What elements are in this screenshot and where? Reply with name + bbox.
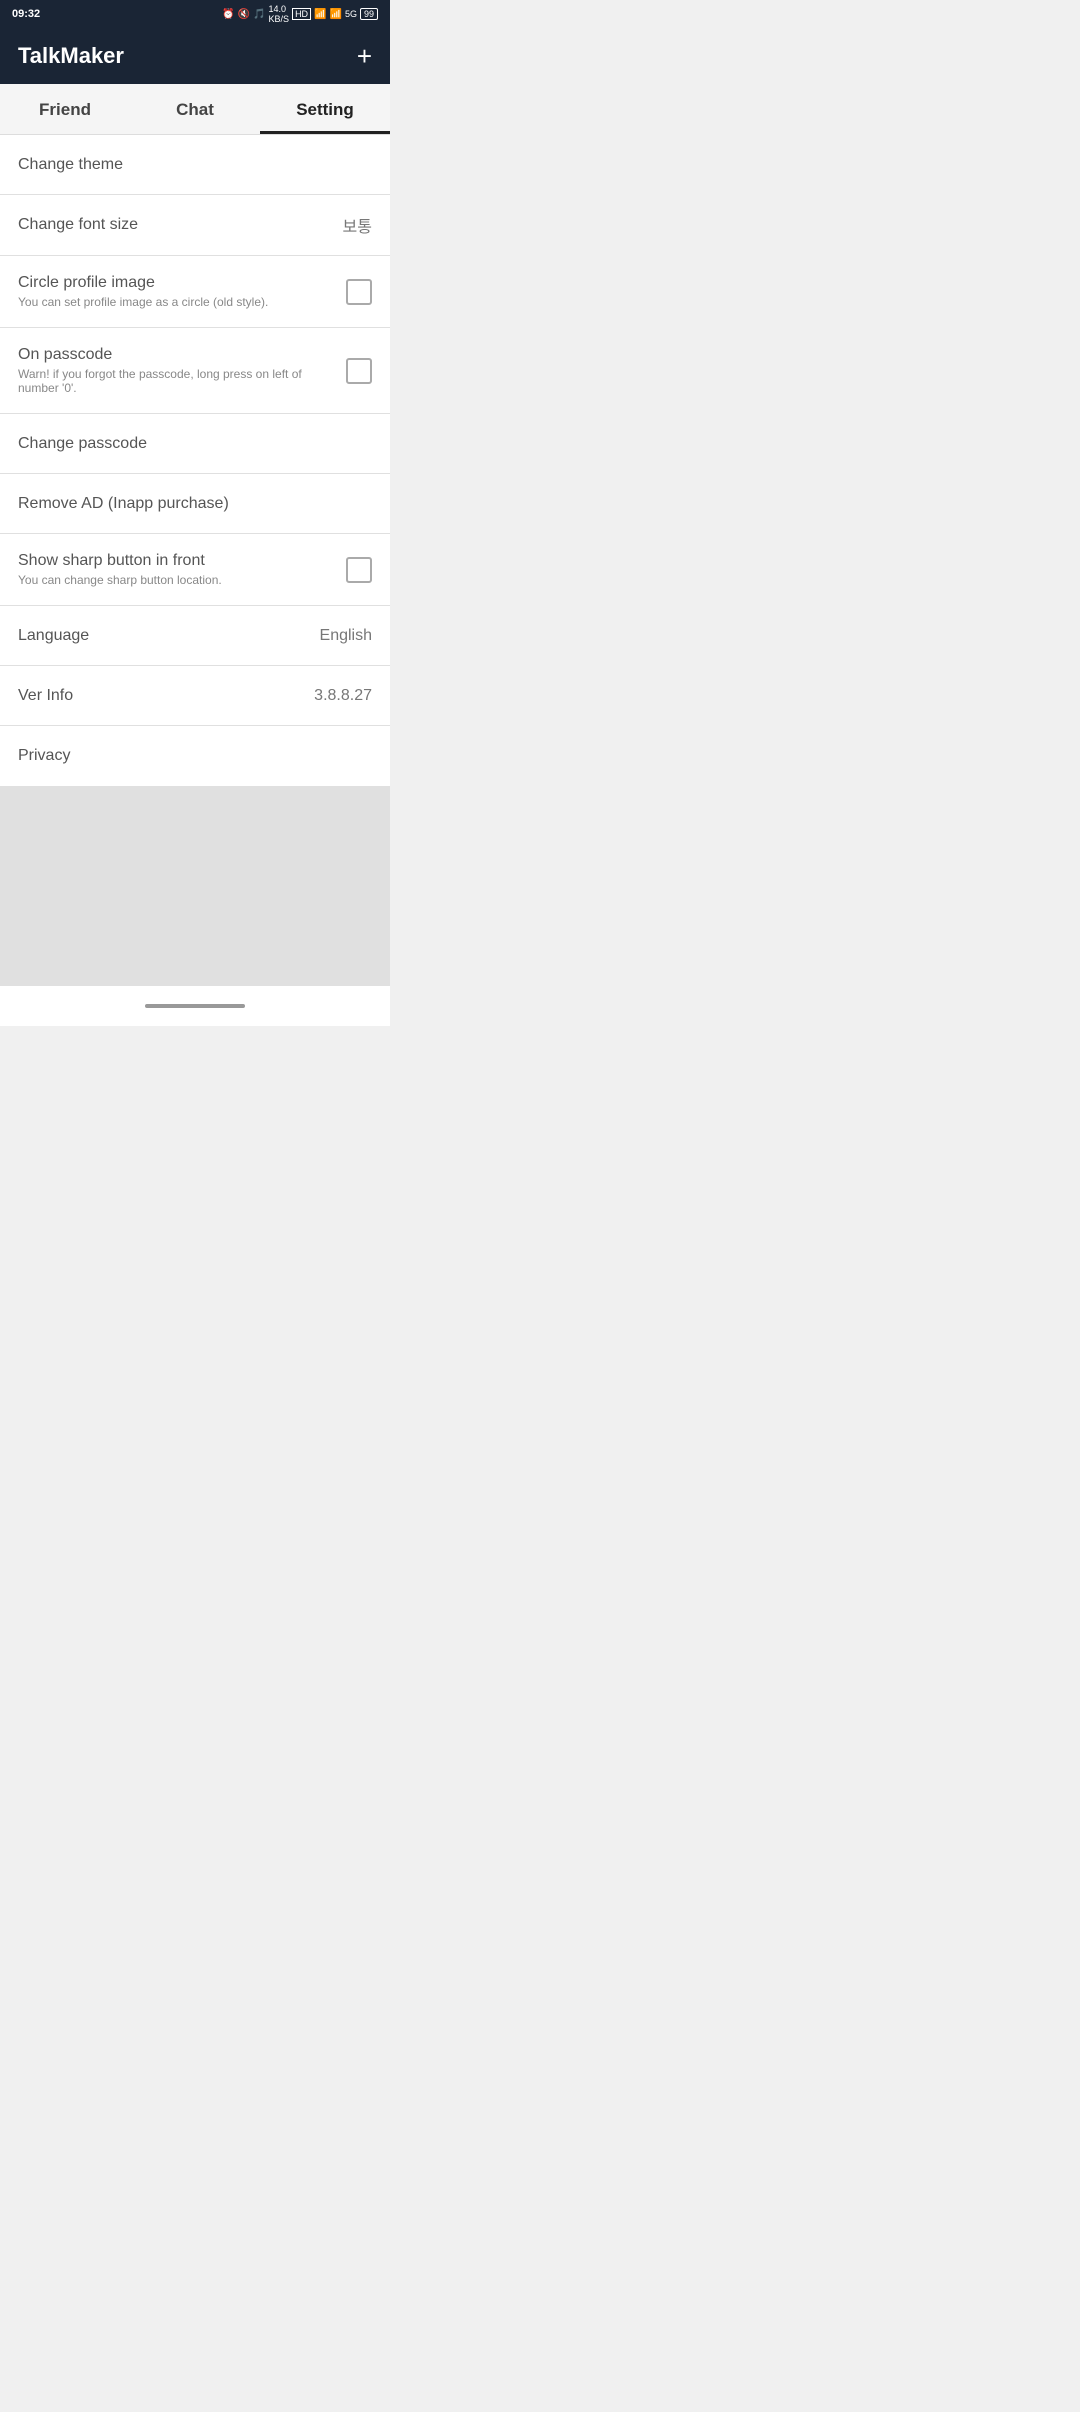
setting-item-privacy[interactable]: Privacy [0,726,390,786]
setting-subtitle-show-sharp-button: You can change sharp button location. [18,573,336,587]
status-icons: ⏰ 🔇 🎵 14.0KB/S HD 📶 📶 5G 99 [222,4,378,24]
setting-item-ver-info[interactable]: Ver Info 3.8.8.27 [0,666,390,726]
setting-item-remove-ad[interactable]: Remove AD (Inapp purchase) [0,474,390,534]
setting-title-change-font-size: Change font size [18,216,138,234]
setting-title-privacy: Privacy [18,747,70,765]
setting-subtitle-circle-profile-image: You can set profile image as a circle (o… [18,295,268,309]
setting-item-circle-profile-image[interactable]: Circle profile image You can set profile… [0,256,390,328]
5g-icon: 5G [345,9,357,19]
hd-icon: HD [292,8,311,20]
setting-item-change-theme[interactable]: Change theme [0,135,390,195]
add-button[interactable]: + [357,43,372,69]
setting-title-circle-profile-image: Circle profile image [18,274,268,292]
signal-icon: 📶 [330,9,342,20]
settings-list: Change theme Change font size 보통 Circle … [0,135,390,786]
status-time: 09:32 [12,8,40,20]
alarm-icon: ⏰ [222,9,234,20]
setting-title-on-passcode: On passcode [18,346,336,364]
setting-item-change-passcode[interactable]: Change passcode [0,414,390,474]
speed-indicator: 14.0KB/S [269,4,290,24]
app-header: TalkMaker + [0,28,390,84]
mute-icon: 🔇 [238,9,250,20]
tab-chat[interactable]: Chat [130,84,260,134]
setting-title-remove-ad: Remove AD (Inapp purchase) [18,495,229,513]
bluetooth-icon: 🎵 [253,9,265,20]
bottom-nav-bar [0,986,390,1026]
setting-item-language[interactable]: Language English [0,606,390,666]
tab-setting[interactable]: Setting [260,84,390,134]
tab-bar: Friend Chat Setting [0,84,390,135]
setting-title-change-passcode: Change passcode [18,435,147,453]
setting-item-on-passcode[interactable]: On passcode Warn! if you forgot the pass… [0,328,390,414]
home-indicator [145,1004,245,1008]
setting-item-change-font-size[interactable]: Change font size 보통 [0,195,390,256]
status-bar: 09:32 ⏰ 🔇 🎵 14.0KB/S HD 📶 📶 5G 99 [0,0,390,28]
app-title: TalkMaker [18,43,124,69]
setting-subtitle-on-passcode: Warn! if you forgot the passcode, long p… [18,367,336,395]
gray-bottom-area [0,786,390,986]
setting-checkbox-show-sharp-button[interactable] [346,557,372,583]
setting-value-ver-info: 3.8.8.27 [314,687,372,705]
setting-checkbox-on-passcode[interactable] [346,358,372,384]
battery-icon: 99 [360,8,378,20]
setting-title-ver-info: Ver Info [18,687,73,705]
setting-value-change-font-size: 보통 [343,213,372,237]
tab-friend[interactable]: Friend [0,84,130,134]
setting-title-change-theme: Change theme [18,156,123,174]
setting-title-show-sharp-button: Show sharp button in front [18,552,336,570]
setting-checkbox-circle-profile-image[interactable] [346,279,372,305]
setting-item-show-sharp-button[interactable]: Show sharp button in front You can chang… [0,534,390,606]
setting-title-language: Language [18,627,89,645]
wifi-icon: 📶 [314,9,326,20]
setting-value-language: English [320,627,372,645]
